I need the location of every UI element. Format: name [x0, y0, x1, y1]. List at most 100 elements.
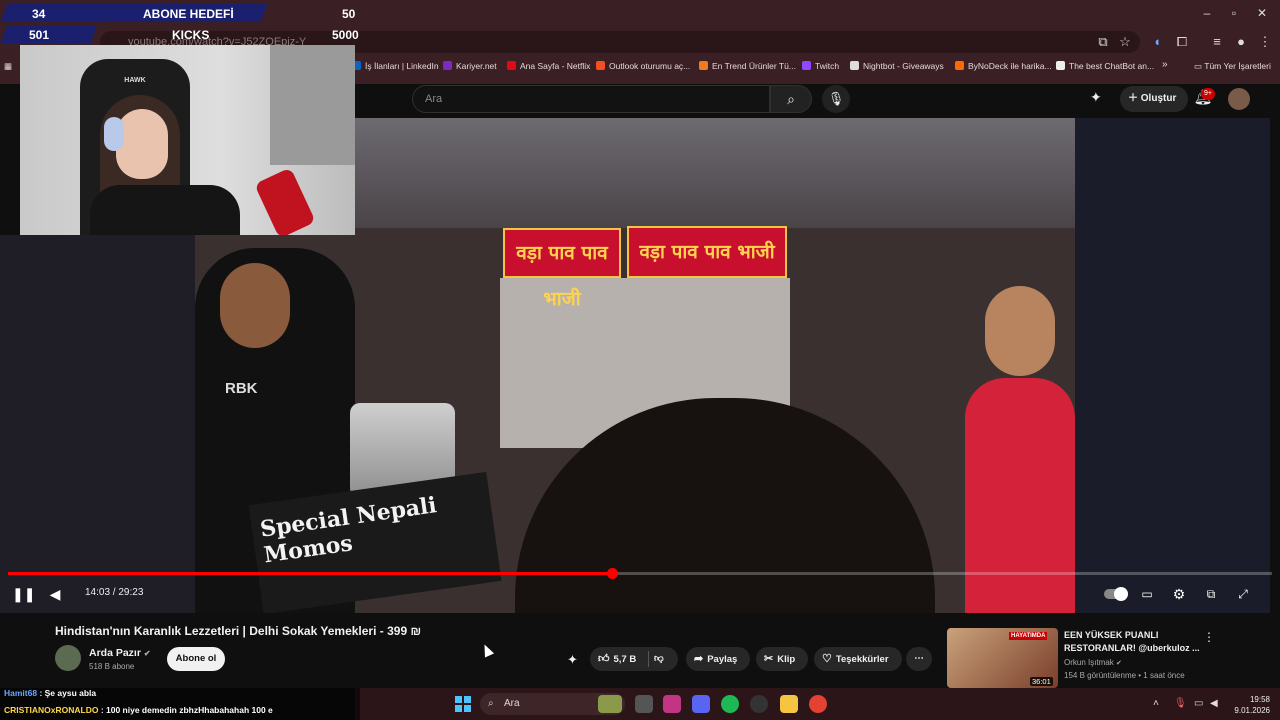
- bynodeck-icon: [955, 61, 964, 70]
- recommendation-channel[interactable]: Orkun Işıtmak ✔: [1064, 658, 1122, 667]
- search-button[interactable]: ⌕: [770, 85, 812, 113]
- bookmark-item[interactable]: Ana Sayfa - Netflix: [507, 61, 590, 71]
- media-control-icon[interactable]: ≡: [1208, 33, 1226, 51]
- spotify-icon[interactable]: [721, 695, 739, 713]
- progress-scrubber[interactable]: [607, 568, 618, 579]
- subscribe-button[interactable]: Abone ol: [167, 647, 225, 671]
- channel-avatar[interactable]: [55, 645, 81, 671]
- recommendation-menu-icon[interactable]: ⋮: [1203, 630, 1215, 644]
- vendor-head: [220, 263, 290, 348]
- extension-icon[interactable]: ◖: [1148, 33, 1166, 51]
- all-bookmarks-label: Tüm Yer İşaretleri: [1204, 61, 1271, 71]
- search-icon: ⌕: [787, 91, 795, 107]
- bookmark-item[interactable]: Outlook oturumu aç...: [596, 61, 690, 71]
- apps-grid-icon[interactable]: ▦: [4, 61, 12, 72]
- stall-sign-left: वड़ा पाव पाव भाजी: [503, 228, 621, 310]
- file-explorer-icon[interactable]: [780, 695, 798, 713]
- like-count[interactable]: 5,7 B: [614, 654, 637, 665]
- volume-icon[interactable]: ◀︎: [46, 585, 64, 603]
- tray-mic-icon[interactable]: 🎙︎: [1174, 698, 1187, 709]
- bookmark-label: ByNoDeck ile harika...: [968, 61, 1052, 71]
- recommendation-meta: 154 B görüntülenme • 1 saat önce: [1064, 671, 1185, 680]
- recommendation-duration: 36:01: [1030, 677, 1053, 686]
- fullscreen-icon[interactable]: ⤢: [1234, 585, 1252, 603]
- mouse-cursor-icon: [479, 642, 495, 658]
- thanks-label: Teşekkürler: [835, 654, 889, 665]
- discord-icon[interactable]: [692, 695, 710, 713]
- goal-row-kicks: 501 KICKS 5000: [0, 23, 390, 45]
- ask-sparkle-icon[interactable]: ✦: [567, 652, 578, 668]
- streamer-shirt: [90, 185, 240, 235]
- bookmark-item[interactable]: İş İlanları | LinkedIn: [352, 61, 439, 71]
- voice-search-button[interactable]: 🎙︎: [822, 85, 850, 113]
- chat-username: CRISTIANOxRONALDO: [4, 705, 99, 715]
- task-view-icon[interactable]: [635, 695, 653, 713]
- thanks-button[interactable]: ♡ Teşekkürler: [814, 647, 902, 671]
- clock-date: 9.01.2026: [1234, 706, 1270, 715]
- notification-badge: 9+: [1201, 88, 1215, 100]
- account-avatar[interactable]: [1228, 88, 1250, 110]
- bookmarks-overflow-button[interactable]: »: [1162, 59, 1168, 70]
- close-icon[interactable]: ✕: [1251, 6, 1273, 20]
- volume-tray-icon[interactable]: ◀︎: [1210, 698, 1218, 709]
- tray-overflow-icon[interactable]: ˄: [1153, 698, 1159, 709]
- scissors-icon: ✂: [764, 653, 774, 665]
- stream-goal-panel: 34 ABONE HEDEFİ 50 501 KICKS 5000: [0, 0, 390, 44]
- settings-gear-icon[interactable]: ⚙: [1170, 585, 1188, 603]
- chat-text: Şe aysu abla: [44, 688, 97, 698]
- verified-icon: ✔: [143, 649, 151, 658]
- extensions-puzzle-icon[interactable]: ⧠: [1173, 33, 1191, 51]
- bookmark-label: Outlook oturumu aç...: [609, 61, 691, 71]
- pause-icon[interactable]: ❚❚: [12, 585, 35, 603]
- goal-label: ABONE HEDEFİ: [143, 7, 234, 21]
- taskbar-clock[interactable]: 19:58 9.01.2026: [1230, 694, 1270, 716]
- network-icon[interactable]: ▭: [1194, 698, 1203, 709]
- more-dots-icon: ⋯: [914, 653, 924, 664]
- subtitles-icon[interactable]: ▭: [1138, 585, 1156, 603]
- bookmark-label: The best ChatBot an...: [1069, 61, 1155, 71]
- menu-kebab-icon[interactable]: ⋮: [1256, 33, 1274, 51]
- bookmark-item[interactable]: En Trend Ürünler Tü...: [699, 61, 796, 71]
- verified-icon: ✔: [1116, 660, 1122, 667]
- search-input[interactable]: Ara: [412, 85, 770, 113]
- goal-target: 5000: [332, 28, 359, 42]
- widget-icon[interactable]: [598, 695, 622, 713]
- like-icon[interactable]: 👍︎: [598, 647, 610, 671]
- windows-start-icon[interactable]: [455, 696, 471, 712]
- maximize-icon[interactable]: ▫: [1223, 6, 1245, 20]
- recommendation-title[interactable]: EEN YÜKSEK PUANLI RESTORANLAR! @uberkulo…: [1064, 629, 1204, 655]
- install-app-icon[interactable]: ⧉: [1094, 33, 1112, 51]
- minimize-icon[interactable]: –: [1196, 6, 1218, 20]
- sparkle-icon[interactable]: ✦: [1090, 89, 1102, 106]
- bookmark-item[interactable]: ByNoDeck ile harika...: [955, 61, 1052, 71]
- dislike-icon[interactable]: 👎︎: [654, 647, 664, 671]
- channel-name[interactable]: Arda Pazır ✔: [89, 647, 151, 659]
- chrome-icon[interactable]: [809, 695, 827, 713]
- stream-chat-overlay: Hamit68 : Şe aysu abla CRISTIANOxRONALDO…: [0, 688, 360, 720]
- bookmark-item[interactable]: Twitch: [802, 61, 839, 71]
- create-button[interactable]: ＋ Oluştur: [1120, 86, 1188, 112]
- bookmark-label: İş İlanları | LinkedIn: [365, 61, 439, 71]
- headphones: [104, 117, 124, 151]
- clip-button[interactable]: ✂ Klip: [756, 647, 808, 671]
- all-bookmarks-folder[interactable]: ▭ Tüm Yer İşaretleri: [1194, 61, 1271, 72]
- bookmark-item[interactable]: Kariyer.net: [443, 61, 497, 71]
- bookmark-star-icon[interactable]: ☆: [1116, 33, 1134, 51]
- chat-separator: :: [37, 688, 45, 698]
- channel-name-text: Arda Pazır: [89, 647, 141, 659]
- chatbot-icon: [1056, 61, 1065, 70]
- player-backdrop-left: [0, 235, 195, 613]
- search-icon: ⌕: [488, 698, 494, 709]
- steam-icon[interactable]: [750, 695, 768, 713]
- more-actions-button[interactable]: ⋯: [906, 647, 932, 671]
- goal-current: 501: [29, 28, 50, 42]
- profile-avatar-icon[interactable]: ●: [1232, 33, 1250, 51]
- stall-sign-right: वड़ा पाव पाव भाजी: [627, 226, 787, 278]
- instagram-icon[interactable]: [663, 695, 681, 713]
- like-dislike-group: 👍︎ 5,7 B 👎︎: [590, 647, 678, 671]
- share-button[interactable]: ➦ Paylaş: [686, 647, 750, 671]
- bookmark-item[interactable]: The best ChatBot an...: [1056, 61, 1154, 71]
- create-label: Oluştur: [1140, 93, 1177, 104]
- bookmark-item[interactable]: Nightbot - Giveaways: [850, 61, 944, 71]
- miniplayer-icon[interactable]: ⧉: [1202, 585, 1220, 603]
